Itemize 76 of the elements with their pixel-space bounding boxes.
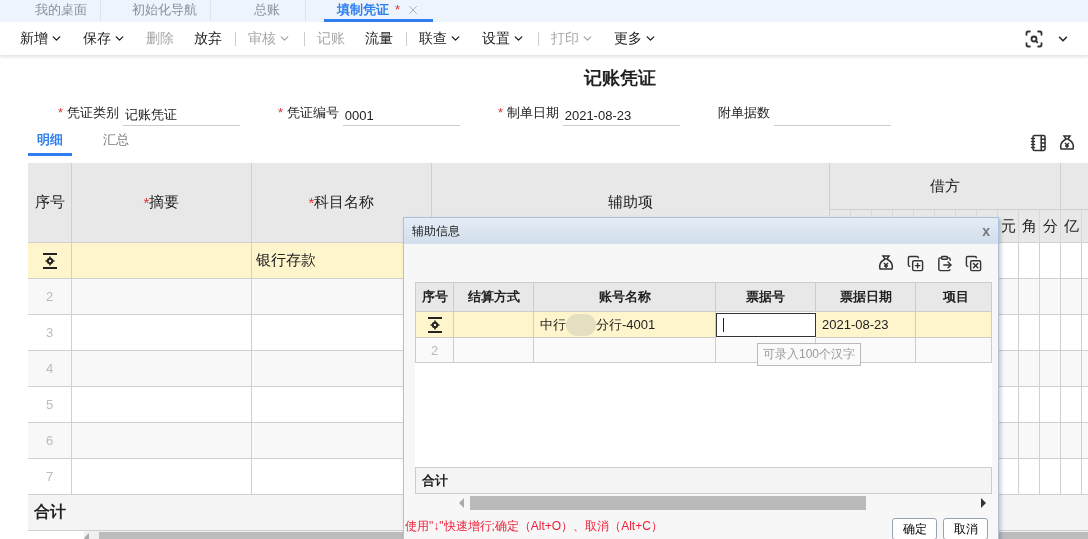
input-field[interactable]: 2021-08-23 xyxy=(562,105,680,126)
table-cell xyxy=(1040,423,1061,459)
close-button[interactable]: x xyxy=(980,223,992,239)
column-header: 项目 xyxy=(916,283,992,312)
hint-text: 使用"↓"快速增行;确定（Alt+O）、取消（Alt+C） xyxy=(405,518,663,535)
row-marker-icon xyxy=(427,316,442,333)
input-field[interactable]: 0001 xyxy=(342,105,460,126)
table-cell xyxy=(1019,387,1040,423)
column-header: 账号名称 xyxy=(534,283,716,312)
sub-tab[interactable]: 明细 xyxy=(28,131,72,156)
table-cell xyxy=(1019,315,1040,351)
table-cell: 7 xyxy=(28,459,72,495)
table-cell xyxy=(1040,351,1061,387)
toolbar-button[interactable]: 设置 xyxy=(472,29,535,48)
table-cell: 2 xyxy=(416,338,454,363)
table-cell xyxy=(1040,315,1061,351)
account-name-text: 分行-4001 xyxy=(596,315,656,334)
toolbar-button[interactable]: 更多 xyxy=(604,29,667,48)
column-header: *摘要 xyxy=(72,163,252,243)
table-cell xyxy=(1061,351,1082,387)
table-cell: 2021-08-23 xyxy=(816,312,916,338)
digit-header: 元 xyxy=(998,210,1019,243)
page-tab[interactable]: 填制凭证 * xyxy=(324,0,434,22)
toolbar-button[interactable]: 保存 xyxy=(73,29,136,48)
column-header: 票据日期 xyxy=(816,283,916,312)
search-icon[interactable] xyxy=(1024,28,1044,49)
total-label: 合计 xyxy=(422,471,448,490)
digit-header: 分 xyxy=(1040,210,1061,243)
money-bag-icon[interactable] xyxy=(877,254,895,272)
digit-header: 角 xyxy=(1019,210,1040,243)
column-header: 结算方式 xyxy=(454,283,534,312)
table-cell xyxy=(1040,243,1061,279)
table-cell: 5 xyxy=(28,387,72,423)
column-header: 序号 xyxy=(28,163,72,243)
table-cell: 3 xyxy=(28,315,72,351)
table-cell xyxy=(1040,279,1061,315)
toolbar-button[interactable]: 流量 xyxy=(355,29,403,48)
field-label: * 凭证编号 xyxy=(278,104,339,122)
cancel-button[interactable]: 取消 xyxy=(943,518,988,539)
tooltip: 可录入100个汉字 xyxy=(757,343,862,366)
total-label: 合计 xyxy=(34,502,66,522)
toolbar-button[interactable]: 新增 xyxy=(10,29,73,48)
copy-x-icon[interactable] xyxy=(965,254,982,272)
table-cell xyxy=(1061,243,1082,279)
notebook-icon[interactable] xyxy=(1030,134,1048,152)
money-bag-icon[interactable] xyxy=(1058,134,1076,152)
field-label: 附单据数 xyxy=(718,104,770,122)
table-cell: 6 xyxy=(28,423,72,459)
voucher-title: 记账凭证 xyxy=(582,66,657,90)
toolbar-button[interactable]: 放弃 xyxy=(184,29,232,48)
table-cell xyxy=(1019,243,1040,279)
clipboard-icon[interactable] xyxy=(936,254,953,272)
field-label: * 制单日期 xyxy=(498,104,559,122)
table-cell xyxy=(1061,387,1082,423)
column-header: 序号 xyxy=(416,283,454,312)
table-cell xyxy=(1019,279,1040,315)
account-name-text: 中行 xyxy=(540,315,566,334)
column-header: 借方 xyxy=(830,163,1061,210)
column-header: 票据号 xyxy=(716,283,816,312)
input-field[interactable]: 记账凭证 xyxy=(122,105,240,126)
table-cell xyxy=(1061,423,1082,459)
sub-tab[interactable]: 汇总 xyxy=(94,131,138,156)
table-cell xyxy=(1040,387,1061,423)
table-cell xyxy=(1061,279,1082,315)
table-cell xyxy=(1061,315,1082,351)
copy-plus-icon[interactable] xyxy=(907,254,924,272)
row-marker-icon xyxy=(42,252,57,269)
table-cell: 4 xyxy=(28,351,72,387)
digit-header: 亿 xyxy=(1061,210,1082,243)
table-cell: 2 xyxy=(28,279,72,315)
table-cell xyxy=(1019,351,1040,387)
confirm-button[interactable]: 确定 xyxy=(892,518,937,539)
input-field[interactable] xyxy=(716,313,816,337)
table-cell xyxy=(1019,423,1040,459)
field-label: * 凭证类别 xyxy=(58,104,119,122)
redaction-blur xyxy=(566,313,596,336)
